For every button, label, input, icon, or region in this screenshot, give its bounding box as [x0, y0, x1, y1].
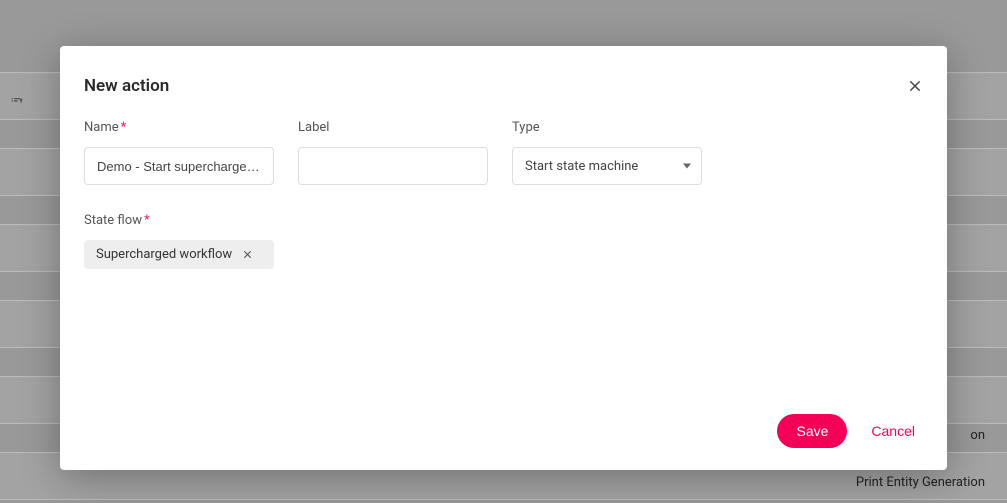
type-selected-value: Start state machine: [525, 159, 638, 174]
state-flow-label: State flow*: [84, 213, 274, 228]
state-flow-field-group: State flow* Supercharged workflow: [84, 213, 274, 269]
bg-item-bottom: Print Entity Generation: [856, 475, 985, 490]
chip-label: Supercharged workflow: [96, 247, 232, 262]
type-select[interactable]: Start state machine: [512, 147, 702, 185]
modal-title: New action: [84, 76, 923, 96]
name-input[interactable]: [84, 147, 274, 185]
state-flow-label-text: State flow: [84, 213, 142, 228]
label-input[interactable]: [298, 147, 488, 185]
cancel-button[interactable]: Cancel: [867, 414, 919, 448]
save-button[interactable]: Save: [777, 414, 847, 448]
type-label: Type: [512, 120, 702, 135]
required-asterisk: *: [144, 213, 150, 228]
form-row-1: Name* Label Type Start state machine: [84, 120, 923, 185]
required-asterisk: *: [121, 120, 127, 135]
bg-item-partial: on: [970, 428, 985, 443]
chevron-down-icon: [683, 164, 691, 169]
chip-remove-icon[interactable]: [242, 249, 253, 260]
type-label-text: Type: [512, 120, 540, 135]
modal-footer: Save Cancel: [60, 398, 947, 470]
label-label-text: Label: [298, 120, 329, 135]
label-label: Label: [298, 120, 488, 135]
name-label: Name*: [84, 120, 274, 135]
modal-body: Name* Label Type Start state machine: [60, 106, 947, 398]
type-field-group: Type Start state machine: [512, 120, 702, 185]
form-row-2: State flow* Supercharged workflow: [84, 213, 923, 269]
new-action-modal: New action Name* Label Type: [60, 46, 947, 470]
close-icon[interactable]: [903, 74, 927, 98]
name-label-text: Name: [84, 120, 119, 135]
modal-header: New action: [60, 46, 947, 106]
state-flow-chip[interactable]: Supercharged workflow: [84, 240, 274, 269]
label-field-group: Label: [298, 120, 488, 185]
name-field-group: Name*: [84, 120, 274, 185]
